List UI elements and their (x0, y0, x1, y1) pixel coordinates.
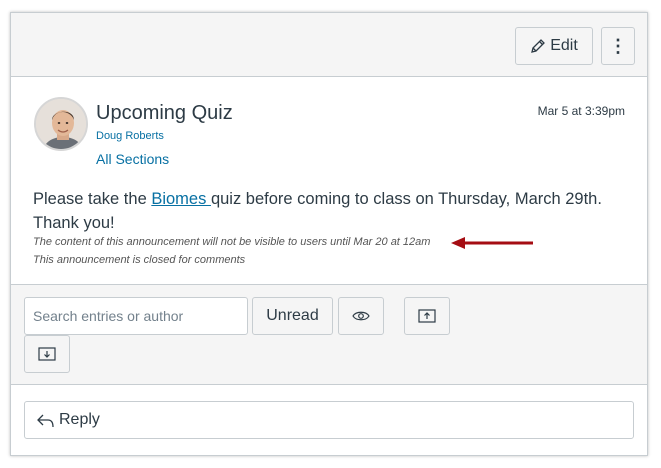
author-link[interactable]: Doug Roberts (96, 130, 164, 142)
collapse-up-icon (418, 309, 436, 323)
visibility-note: The content of this announcement will no… (33, 236, 431, 248)
search-entries-input[interactable] (24, 297, 248, 335)
unread-button[interactable]: Unread (252, 297, 333, 335)
announcement-body: Please take the Biomes quiz before comin… (33, 187, 633, 235)
show-hidden-toggle-button[interactable] (338, 297, 384, 335)
edit-button[interactable]: Edit (515, 27, 593, 65)
avatar[interactable] (34, 97, 88, 151)
biomes-link[interactable]: Biomes (151, 190, 211, 208)
reply-arrow-icon (37, 414, 54, 428)
red-arrow-annotation (451, 237, 533, 249)
user-avatar-icon (36, 99, 86, 149)
edit-button-label: Edit (550, 37, 578, 54)
header-toolbar: Edit ⋮ (11, 13, 647, 77)
announcement-frame: Edit ⋮ Upcoming Quiz Doug Roberts All Se… (10, 12, 648, 456)
body-text-prefix: Please take the (33, 190, 152, 208)
sections-link[interactable]: All Sections (96, 151, 169, 167)
eye-icon (352, 311, 370, 321)
unread-button-label: Unread (266, 307, 319, 324)
reply-box[interactable]: Reply (24, 401, 634, 439)
comments-closed-note: This announcement is closed for comments (33, 254, 246, 266)
posted-date: Mar 5 at 3:39pm (537, 104, 625, 118)
pencil-icon (531, 39, 546, 53)
expand-threads-button[interactable] (24, 335, 70, 373)
expand-down-icon (38, 347, 56, 361)
kebab-menu-icon: ⋮ (609, 35, 627, 56)
collapse-threads-button[interactable] (404, 297, 450, 335)
reply-label: Reply (59, 411, 100, 428)
more-options-button[interactable]: ⋮ (601, 27, 635, 65)
announcement-title: Upcoming Quiz (96, 102, 233, 124)
